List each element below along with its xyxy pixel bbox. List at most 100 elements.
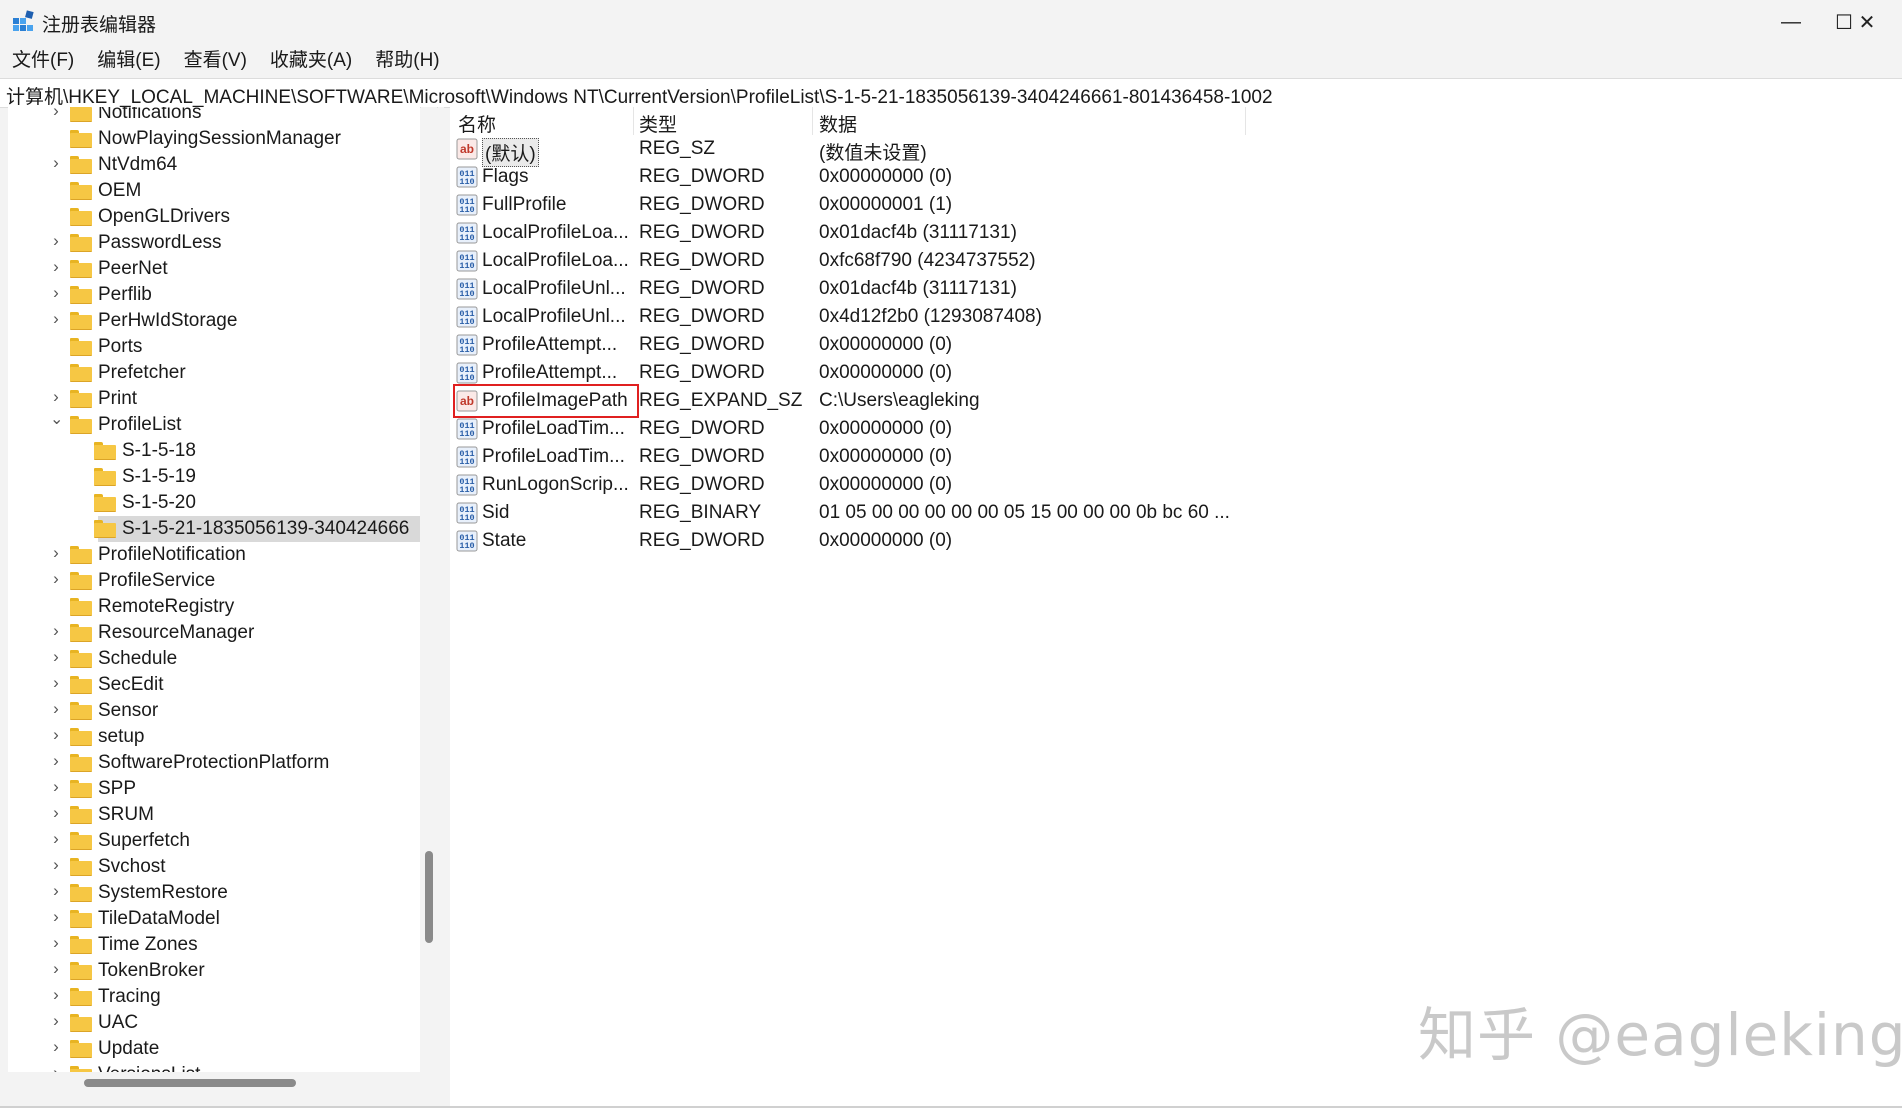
chevron-right-icon[interactable]: › (50, 310, 62, 327)
chevron-right-icon[interactable]: › (50, 726, 62, 743)
column-divider[interactable] (1245, 107, 1246, 135)
tree-item[interactable]: › setup (8, 724, 420, 750)
address-path[interactable]: 计算机\HKEY_LOCAL_MACHINE\SOFTWARE\Microsof… (6, 82, 1273, 109)
menu-edit[interactable]: 编辑(E) (85, 45, 171, 77)
tree-vertical-scrollbar[interactable] (421, 107, 437, 1072)
tree-item[interactable]: › PeerNet (8, 256, 420, 282)
chevron-right-icon[interactable]: › (50, 1038, 62, 1055)
chevron-right-icon[interactable]: › (50, 570, 62, 587)
value-row[interactable]: 011 110 ProfileLoadTim... REG_DWORD 0x000000… (450, 415, 1450, 443)
tree-item[interactable]: Prefetcher (8, 360, 420, 386)
tree-item[interactable]: › Superfetch (8, 828, 420, 854)
chevron-right-icon[interactable]: › (50, 648, 62, 665)
tree-item[interactable]: S-1-5-21-1835056139-340424666 (8, 516, 420, 542)
chevron-right-icon[interactable]: › (50, 388, 62, 405)
value-row[interactable]: 011 110 State REG_DWORD 0x00000000 (0) (450, 527, 1450, 555)
tree-item[interactable]: › Time Zones (8, 932, 420, 958)
tree-item[interactable]: › TileDataModel (8, 906, 420, 932)
tree-item[interactable]: › PerHwIdStorage (8, 308, 420, 334)
tree-item[interactable]: › Svchost (8, 854, 420, 880)
tree-item[interactable]: S-1-5-19 (8, 464, 420, 490)
chevron-right-icon[interactable]: › (50, 960, 62, 977)
minimize-button[interactable]: — (1756, 0, 1826, 45)
chevron-right-icon[interactable]: › (50, 856, 62, 873)
menu-file[interactable]: 文件(F) (0, 45, 85, 77)
value-row[interactable]: 011 110 ProfileAttempt... REG_DWORD 0x000000… (450, 359, 1450, 387)
tree-horizontal-scroll-thumb[interactable] (84, 1079, 296, 1087)
tree-item[interactable]: › Update (8, 1036, 420, 1062)
chevron-right-icon[interactable]: › (50, 1064, 62, 1072)
chevron-right-icon[interactable]: › (50, 804, 62, 821)
tree-item[interactable]: › ResourceManager (8, 620, 420, 646)
column-divider[interactable] (812, 107, 813, 135)
column-header-name[interactable]: 名称 (458, 110, 496, 137)
tree-item[interactable]: › PasswordLess (8, 230, 420, 256)
tree-item[interactable]: › SPP (8, 776, 420, 802)
tree-item[interactable]: › SoftwareProtectionPlatform (8, 750, 420, 776)
tree-vertical-scroll-thumb[interactable] (425, 851, 433, 943)
value-row[interactable]: ab ProfileImagePath REG_EXPAND_SZ C:\Users\… (450, 384, 1450, 418)
tree-item[interactable]: RemoteRegistry (8, 594, 420, 620)
menu-help[interactable]: 帮助(H) (363, 45, 450, 77)
tree-item[interactable]: NowPlayingSessionManager (8, 126, 420, 152)
column-header-data[interactable]: 数据 (819, 110, 857, 137)
chevron-right-icon[interactable]: › (50, 232, 62, 249)
menu-view[interactable]: 查看(V) (172, 45, 258, 77)
tree-item[interactable]: › Sensor (8, 698, 420, 724)
chevron-right-icon[interactable]: › (50, 1012, 62, 1029)
chevron-right-icon[interactable]: › (50, 258, 62, 275)
value-row[interactable]: 011 110 ProfileAttempt... REG_DWORD 0x000000… (450, 331, 1450, 359)
chevron-right-icon[interactable]: › (50, 700, 62, 717)
tree-item[interactable]: Ports (8, 334, 420, 360)
tree-item[interactable]: ⌄ ProfileList (8, 412, 420, 438)
tree-item[interactable]: › SystemRestore (8, 880, 420, 906)
tree-item[interactable]: OpenGLDrivers (8, 204, 420, 230)
value-row[interactable]: 011 110 LocalProfileLoa... REG_DWORD 0x01dac… (450, 219, 1450, 247)
value-row[interactable]: 011 110 Sid REG_BINARY 01 05 00 00 00 00 00 … (450, 499, 1450, 527)
tree-item[interactable]: › Perflib (8, 282, 420, 308)
address-bar[interactable]: 计算机\HKEY_LOCAL_MACHINE\SOFTWARE\Microsof… (0, 78, 1902, 108)
tree-item[interactable]: › Tracing (8, 984, 420, 1010)
pane-splitter[interactable] (438, 107, 444, 1107)
tree-item[interactable]: › ProfileNotification (8, 542, 420, 568)
tree-item[interactable]: › UAC (8, 1010, 420, 1036)
tree-item[interactable]: › NtVdm64 (8, 152, 420, 178)
chevron-right-icon[interactable]: › (50, 107, 62, 119)
tree-item[interactable]: › Schedule (8, 646, 420, 672)
value-row[interactable]: 011 110 LocalProfileUnl... REG_DWORD 0x4d12f… (450, 303, 1450, 331)
chevron-right-icon[interactable]: › (50, 544, 62, 561)
chevron-right-icon[interactable]: › (50, 622, 62, 639)
column-divider[interactable] (633, 107, 634, 135)
chevron-down-icon[interactable]: ⌄ (50, 412, 63, 428)
tree-item[interactable]: › SRUM (8, 802, 420, 828)
value-row[interactable]: 011 110 FullProfile REG_DWORD 0x00000001 (1) (450, 191, 1450, 219)
key-tree-pane[interactable]: › Notifications NowPlayingSessionManager › N… (8, 107, 420, 1072)
tree-horizontal-scrollbar[interactable] (8, 1074, 420, 1090)
chevron-right-icon[interactable]: › (50, 986, 62, 1003)
value-row[interactable]: ab (默认) REG_SZ (数值未设置) (450, 135, 1450, 167)
tree-item[interactable]: S-1-5-20 (8, 490, 420, 516)
tree-item[interactable]: OEM (8, 178, 420, 204)
chevron-right-icon[interactable]: › (50, 882, 62, 899)
tree-item[interactable]: › Print (8, 386, 420, 412)
tree-item[interactable]: › Notifications (8, 107, 420, 126)
value-row[interactable]: 011 110 LocalProfileUnl... REG_DWORD 0x01dac… (450, 275, 1450, 303)
chevron-right-icon[interactable]: › (50, 778, 62, 795)
tree-item[interactable]: › SecEdit (8, 672, 420, 698)
tree-item[interactable]: › TokenBroker (8, 958, 420, 984)
chevron-right-icon[interactable]: › (50, 284, 62, 301)
tree-item[interactable]: › ProfileService (8, 568, 420, 594)
chevron-right-icon[interactable]: › (50, 154, 62, 171)
chevron-right-icon[interactable]: › (50, 934, 62, 951)
close-button[interactable]: ✕ (1832, 0, 1902, 45)
tree-item[interactable]: S-1-5-18 (8, 438, 420, 464)
value-row[interactable]: 011 110 ProfileLoadTim... REG_DWORD 0x000000… (450, 443, 1450, 471)
column-header-type[interactable]: 类型 (639, 110, 677, 137)
menu-favorites[interactable]: 收藏夹(A) (258, 45, 363, 77)
value-row[interactable]: 011 110 RunLogonScrip... REG_DWORD 0x0000000… (450, 471, 1450, 499)
value-row[interactable]: 011 110 Flags REG_DWORD 0x00000000 (0) (450, 163, 1450, 191)
values-list-pane[interactable]: 名称 类型 数据 ab (默认) REG_SZ (数值未设置) 011 110 Flags R… (450, 107, 1902, 1107)
chevron-right-icon[interactable]: › (50, 752, 62, 769)
chevron-right-icon[interactable]: › (50, 908, 62, 925)
chevron-right-icon[interactable]: › (50, 674, 62, 691)
